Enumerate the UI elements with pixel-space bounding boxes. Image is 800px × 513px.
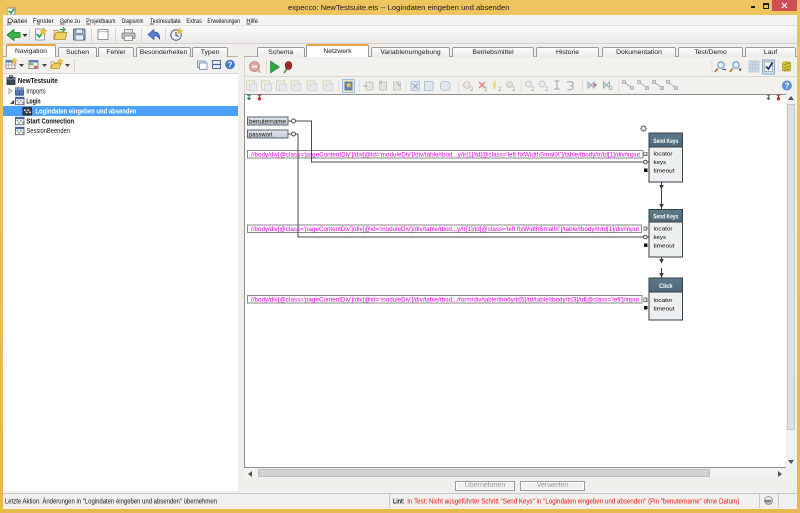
svg-text:2: 2 <box>531 87 535 93</box>
svg-text:benutername: benutername <box>249 119 286 126</box>
svg-text://body/div[@class='pageContent: //body/div[@class='pageContentDiv']/div[… <box>251 153 640 159</box>
svg-text:Imports: Imports <box>26 89 46 96</box>
svg-text:Start Connection: Start Connection <box>26 119 74 126</box>
svg-text:2: 2 <box>545 87 549 93</box>
svg-text:locator: locator <box>654 298 673 304</box>
svg-text:timeout: timeout <box>654 244 675 250</box>
svg-text:locator: locator <box>654 152 673 158</box>
svg-text:Send Keys: Send Keys <box>653 214 678 221</box>
svg-text:locator: locator <box>654 227 673 233</box>
svg-text:SessionBeenden: SessionBeenden <box>26 128 70 135</box>
svg-text:keys: keys <box>654 160 667 166</box>
svg-text:expecco: NewTestsuite.ets -- L: expecco: NewTestsuite.ets -- Logindaten … <box>288 3 510 12</box>
svg-text:2: 2 <box>512 87 516 93</box>
svg-text:Projektbaum: Projektbaum <box>86 18 115 25</box>
svg-text://body/div[@class='pageContent: //body/div[@class='pageContentDiv']/div[… <box>251 227 639 233</box>
svg-text:2: 2 <box>498 87 502 93</box>
svg-text:Fenster: Fenster <box>33 18 54 25</box>
svg-text://body/div[@class='pageContent: //body/div[@class='pageContentDiv']/div[… <box>251 298 639 304</box>
svg-text:Extras: Extras <box>186 18 202 25</box>
svg-text:Logindaten eingeben und absend: Logindaten eingeben und absenden <box>35 109 136 116</box>
svg-text:Send Keys: Send Keys <box>653 138 678 145</box>
svg-text:Testresultate: Testresultate <box>150 18 181 25</box>
svg-text:Diagramm: Diagramm <box>122 18 144 25</box>
svg-text:Letzte Aktion: Änderungen in ": Letzte Aktion: Änderungen in "Logindaten… <box>5 498 217 506</box>
svg-text:In Test: Nicht ausgeführter Sc: In Test: Nicht ausgeführter Schritt "Sen… <box>407 499 739 506</box>
svg-text:?: ? <box>784 81 789 90</box>
svg-text:Login: Login <box>26 99 40 106</box>
svg-text:Erweiterungen: Erweiterungen <box>207 18 240 25</box>
svg-text:timeout: timeout <box>654 169 675 175</box>
svg-text:timeout: timeout <box>654 306 675 312</box>
svg-text:passwort: passwort <box>249 132 273 139</box>
svg-text:2: 2 <box>470 87 474 93</box>
svg-text:keys: keys <box>654 235 667 241</box>
svg-text:Click: Click <box>659 283 673 290</box>
svg-text:NewTestsuite: NewTestsuite <box>18 78 58 85</box>
svg-text:?: ? <box>228 60 233 69</box>
svg-text:Lint:: Lint: <box>393 499 405 506</box>
